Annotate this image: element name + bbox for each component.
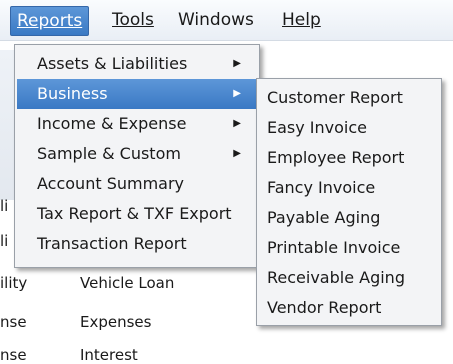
menu-item-label: Business (37, 84, 108, 103)
menu-tools-label: Tools (112, 10, 154, 30)
submenu-item-payable-aging[interactable]: Payable Aging (259, 203, 439, 233)
menu-item-transaction-report[interactable]: Transaction Report (17, 229, 257, 259)
menu-help[interactable]: Help (276, 6, 327, 34)
menu-item-label: Account Summary (37, 174, 185, 193)
submenu-item-label: Receivable Aging (267, 268, 405, 287)
submenu-item-receivable-aging[interactable]: Receivable Aging (259, 263, 439, 293)
background-account-name[interactable]: Interest (80, 346, 138, 364)
submenu-item-printable-invoice[interactable]: Printable Invoice (259, 233, 439, 263)
menu-reports[interactable]: Reports (10, 6, 90, 36)
submenu-item-employee-report[interactable]: Employee Report (259, 143, 439, 173)
submenu-item-label: Easy Invoice (267, 118, 368, 137)
menu-item-label: Income & Expense (37, 114, 187, 133)
submenu-item-label: Vendor Report (267, 298, 382, 317)
menu-item-label: Transaction Report (37, 234, 187, 253)
submenu-arrow-icon: ▶ (233, 118, 241, 129)
background-account-name[interactable]: Expenses (80, 313, 151, 331)
background-account-type: ility (0, 274, 28, 292)
background-account-type: nse (0, 346, 27, 364)
menu-windows-label: Windows (178, 10, 254, 30)
menu-item-business[interactable]: Business ▶ (17, 79, 257, 109)
menu-item-label: Assets & Liabilities (37, 54, 188, 73)
menu-help-label: Help (282, 10, 321, 30)
menu-item-assets-liabilities[interactable]: Assets & Liabilities ▶ (17, 49, 257, 79)
submenu-item-easy-invoice[interactable]: Easy Invoice (259, 113, 439, 143)
submenu-item-vendor-report[interactable]: Vendor Report (259, 293, 439, 323)
submenu-item-fancy-invoice[interactable]: Fancy Invoice (259, 173, 439, 203)
menu-item-label: Tax Report & TXF Export (37, 204, 232, 223)
menu-item-account-summary[interactable]: Account Summary (17, 169, 257, 199)
menu-bar: Reports Tools Windows Help (0, 0, 453, 41)
submenu-arrow-icon: ▶ (233, 88, 241, 99)
submenu-item-label: Fancy Invoice (267, 178, 376, 197)
submenu-item-label: Customer Report (267, 88, 403, 107)
background-account-type: nse (0, 313, 27, 331)
menu-item-tax-report[interactable]: Tax Report & TXF Export (17, 199, 257, 229)
submenu-item-label: Printable Invoice (267, 238, 401, 257)
submenu-item-label: Payable Aging (267, 208, 381, 227)
submenu-item-label: Employee Report (267, 148, 405, 167)
submenu-arrow-icon: ▶ (233, 148, 241, 159)
menu-item-sample-custom[interactable]: Sample & Custom ▶ (17, 139, 257, 169)
submenu-arrow-icon: ▶ (233, 58, 241, 69)
menu-tools[interactable]: Tools (106, 6, 160, 34)
background-account-name[interactable]: Vehicle Loan (80, 274, 174, 292)
menu-windows[interactable]: Windows (172, 6, 260, 34)
reports-menu: Assets & Liabilities ▶ Business ▶ Income… (14, 44, 260, 268)
submenu-item-customer-report[interactable]: Customer Report (259, 83, 439, 113)
menu-item-income-expense[interactable]: Income & Expense ▶ (17, 109, 257, 139)
menu-item-label: Sample & Custom (37, 144, 181, 163)
menu-reports-label: Reports (17, 11, 83, 31)
business-submenu: Customer Report Easy Invoice Employee Re… (256, 78, 442, 326)
